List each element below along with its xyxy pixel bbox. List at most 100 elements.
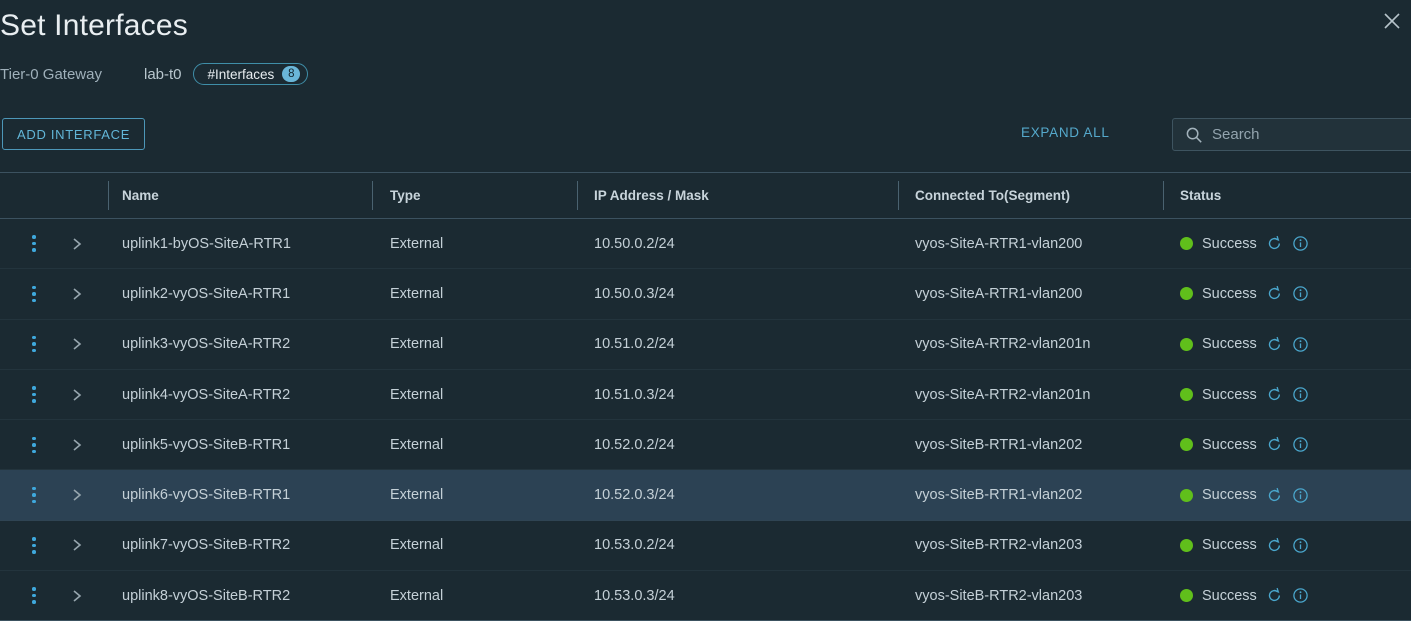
cell-name: uplink2-vyOS-SiteA-RTR1 [122, 269, 367, 318]
column-divider [1163, 181, 1164, 210]
table-row[interactable]: uplink7-vyOS-SiteB-RTR2External10.53.0.2… [0, 521, 1411, 571]
chevron-right-icon[interactable] [70, 537, 84, 553]
cell-type: External [390, 470, 570, 519]
cell-ip-address: 10.50.0.2/24 [594, 219, 889, 268]
cell-connected-segment: vyos-SiteA-RTR2-vlan201n [915, 370, 1155, 419]
chevron-right-icon[interactable] [70, 286, 84, 302]
column-header-ip[interactable]: IP Address / Mask [594, 173, 889, 218]
info-icon[interactable] [1292, 235, 1309, 252]
cell-connected-segment: vyos-SiteA-RTR1-vlan200 [915, 219, 1155, 268]
refresh-icon[interactable] [1266, 336, 1283, 353]
status-badge: Success [1202, 437, 1257, 453]
row-expand-button[interactable] [70, 219, 100, 268]
row-menu-button[interactable] [20, 521, 50, 570]
column-divider [372, 181, 373, 210]
refresh-icon[interactable] [1266, 436, 1283, 453]
column-header-type[interactable]: Type [390, 173, 570, 218]
row-menu-button[interactable] [20, 571, 50, 620]
cell-connected-segment: vyos-SiteB-RTR1-vlan202 [915, 420, 1155, 469]
status-indicator-icon [1180, 388, 1193, 401]
row-menu-button[interactable] [20, 269, 50, 318]
column-divider [108, 428, 109, 461]
status-badge: Success [1202, 588, 1257, 604]
add-interface-button[interactable]: ADD INTERFACE [2, 118, 145, 150]
cell-connected-segment: vyos-SiteB-RTR1-vlan202 [915, 470, 1155, 519]
row-expand-button[interactable] [70, 420, 100, 469]
kebab-menu-icon[interactable] [26, 282, 42, 307]
row-menu-button[interactable] [20, 420, 50, 469]
chevron-right-icon[interactable] [70, 437, 84, 453]
cell-status: Success [1180, 370, 1410, 419]
interfaces-pill-count: 8 [282, 66, 300, 82]
refresh-icon[interactable] [1266, 285, 1283, 302]
column-header-segment[interactable]: Connected To(Segment) [915, 173, 1155, 218]
kebab-menu-icon[interactable] [26, 533, 42, 558]
chevron-right-icon[interactable] [70, 487, 84, 503]
table-row[interactable]: uplink1-byOS-SiteA-RTR1External10.50.0.2… [0, 219, 1411, 269]
search-input[interactable] [1212, 119, 1411, 150]
column-divider [108, 529, 109, 562]
kebab-menu-icon[interactable] [26, 332, 42, 357]
info-icon[interactable] [1292, 487, 1309, 504]
row-expand-button[interactable] [70, 470, 100, 519]
status-indicator-icon [1180, 489, 1193, 502]
info-icon[interactable] [1292, 336, 1309, 353]
chevron-right-icon[interactable] [70, 588, 84, 604]
kebab-menu-icon[interactable] [26, 382, 42, 407]
interfaces-count-pill[interactable]: #Interfaces 8 [193, 63, 309, 85]
status-indicator-icon [1180, 539, 1193, 552]
cell-ip-address: 10.53.0.3/24 [594, 571, 889, 620]
kebab-menu-icon[interactable] [26, 433, 42, 458]
page-title: Set Interfaces [0, 9, 188, 43]
refresh-icon[interactable] [1266, 587, 1283, 604]
status-badge: Success [1202, 537, 1257, 553]
table-row[interactable]: uplink8-vyOS-SiteB-RTR2External10.53.0.3… [0, 571, 1411, 621]
chevron-right-icon[interactable] [70, 236, 84, 252]
row-expand-button[interactable] [70, 571, 100, 620]
kebab-menu-icon[interactable] [26, 231, 42, 256]
cell-ip-address: 10.50.0.3/24 [594, 269, 889, 318]
table-row[interactable]: uplink5-vyOS-SiteB-RTR1External10.52.0.2… [0, 420, 1411, 470]
table-row[interactable]: uplink6-vyOS-SiteB-RTR1External10.52.0.3… [0, 470, 1411, 520]
row-menu-button[interactable] [20, 370, 50, 419]
status-indicator-icon [1180, 438, 1193, 451]
refresh-icon[interactable] [1266, 235, 1283, 252]
cell-status: Success [1180, 521, 1410, 570]
info-icon[interactable] [1292, 587, 1309, 604]
table-row[interactable]: uplink2-vyOS-SiteA-RTR1External10.50.0.3… [0, 269, 1411, 319]
breadcrumb: Tier-0 Gateway lab-t0 #Interfaces 8 [0, 62, 308, 86]
chevron-right-icon[interactable] [70, 336, 84, 352]
row-expand-button[interactable] [70, 370, 100, 419]
close-icon[interactable] [1379, 8, 1405, 34]
kebab-menu-icon[interactable] [26, 583, 42, 608]
row-menu-button[interactable] [20, 219, 50, 268]
row-expand-button[interactable] [70, 269, 100, 318]
row-menu-button[interactable] [20, 470, 50, 519]
cell-name: uplink6-vyOS-SiteB-RTR1 [122, 470, 367, 519]
info-icon[interactable] [1292, 537, 1309, 554]
table-row[interactable]: uplink4-vyOS-SiteA-RTR2External10.51.0.3… [0, 370, 1411, 420]
chevron-right-icon[interactable] [70, 387, 84, 403]
refresh-icon[interactable] [1266, 487, 1283, 504]
column-header-status[interactable]: Status [1180, 173, 1410, 218]
expand-all-button[interactable]: EXPAND ALL [1021, 125, 1110, 140]
cell-ip-address: 10.51.0.2/24 [594, 320, 889, 369]
column-header-name[interactable]: Name [122, 173, 367, 218]
row-menu-button[interactable] [20, 320, 50, 369]
row-expand-button[interactable] [70, 320, 100, 369]
cell-type: External [390, 370, 570, 419]
status-badge: Success [1202, 387, 1257, 403]
table-row[interactable]: uplink3-vyOS-SiteA-RTR2External10.51.0.2… [0, 320, 1411, 370]
cell-ip-address: 10.53.0.2/24 [594, 521, 889, 570]
refresh-icon[interactable] [1266, 537, 1283, 554]
row-expand-button[interactable] [70, 521, 100, 570]
kebab-menu-icon[interactable] [26, 483, 42, 508]
info-icon[interactable] [1292, 436, 1309, 453]
refresh-icon[interactable] [1266, 386, 1283, 403]
info-icon[interactable] [1292, 386, 1309, 403]
cell-name: uplink4-vyOS-SiteA-RTR2 [122, 370, 367, 419]
cell-type: External [390, 521, 570, 570]
search-box[interactable] [1172, 118, 1411, 151]
info-icon[interactable] [1292, 285, 1309, 302]
status-badge: Success [1202, 336, 1257, 352]
